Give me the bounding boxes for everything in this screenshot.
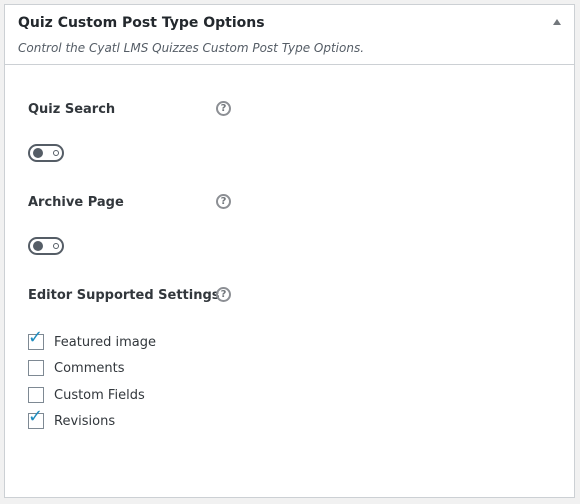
option-revisions[interactable]: ✓ Revisions — [28, 408, 116, 431]
comments-checkbox[interactable] — [28, 360, 44, 376]
collapse-toggle-icon[interactable] — [553, 19, 561, 25]
quiz-search-toggle[interactable] — [28, 144, 64, 162]
toggle-off-indicator — [53, 150, 59, 156]
archive-page-help-icon[interactable]: ? — [216, 194, 231, 209]
option-comments[interactable]: Comments — [28, 358, 124, 378]
option-custom-fields[interactable]: Custom Fields — [28, 385, 145, 405]
custom-fields-checkbox[interactable] — [28, 387, 44, 403]
custom-fields-label: Custom Fields — [54, 387, 145, 403]
quiz-search-label: Quiz Search — [28, 102, 116, 117]
toggle-off-indicator — [53, 243, 59, 249]
comments-label: Comments — [54, 360, 125, 376]
editor-supported-help-icon[interactable]: ? — [216, 287, 231, 302]
panel-header: Quiz Custom Post Type Options Control th… — [5, 5, 574, 65]
panel-subtitle: Control the Cyatl LMS Quizzes Custom Pos… — [18, 41, 365, 55]
revisions-label: Revisions — [54, 413, 116, 429]
featured-image-checkbox[interactable]: ✓ — [28, 329, 44, 350]
check-icon: ✓ — [28, 406, 44, 427]
check-icon: ✓ — [28, 327, 44, 348]
toggle-knob — [33, 241, 43, 251]
quiz-search-help-icon[interactable]: ? — [216, 101, 231, 116]
revisions-checkbox[interactable]: ✓ — [28, 408, 44, 429]
option-featured-image[interactable]: ✓ Featured image — [28, 329, 157, 352]
editor-supported-label: Editor Supported Settings — [28, 288, 220, 303]
quiz-options-panel: Quiz Custom Post Type Options Control th… — [4, 4, 575, 498]
featured-image-label: Featured image — [54, 334, 157, 350]
toggle-knob — [33, 148, 43, 158]
panel-title: Quiz Custom Post Type Options — [18, 15, 265, 31]
archive-page-toggle[interactable] — [28, 237, 64, 255]
archive-page-label: Archive Page — [28, 195, 124, 210]
